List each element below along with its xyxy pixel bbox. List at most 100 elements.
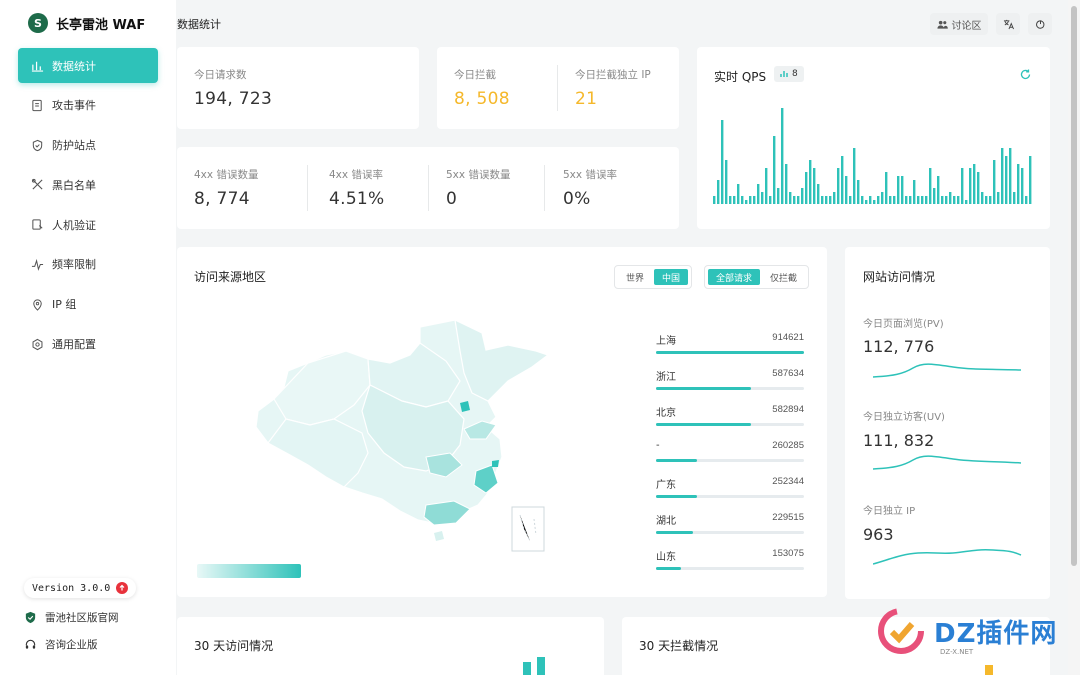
uv-value: 111, 832 (863, 431, 935, 450)
filter-all-option[interactable]: 全部请求 (708, 269, 761, 285)
qps-bar (929, 168, 932, 204)
qps-bar (981, 192, 984, 204)
qps-bar (797, 196, 800, 204)
visits-bar (523, 662, 531, 675)
region-name: 北京 (656, 408, 676, 419)
scope-toggle: 世界 中国 (614, 265, 693, 289)
region-bar-track (656, 423, 804, 426)
logout-button[interactable] (1028, 13, 1052, 35)
qps-bar (721, 120, 724, 204)
errors-card: 4xx 错误数量 8, 774 4xx 错误率 4.51% 5xx 错误数量 0… (177, 147, 679, 229)
brand-logo-icon: S (28, 13, 48, 33)
users-icon (936, 20, 948, 29)
bar-chart-icon (780, 71, 788, 77)
qps-bar (1001, 148, 1004, 204)
requests-card: 今日请求数 194, 723 (177, 47, 419, 129)
divider (544, 165, 545, 211)
version-badge[interactable]: Version 3.0.0 (24, 578, 137, 598)
qps-bar (761, 192, 764, 204)
map-legend-gradient (197, 564, 301, 578)
sidebar-item-ratelimit[interactable]: 频率限制 (18, 247, 158, 282)
region-bar-fill (656, 567, 682, 570)
qps-bar (1029, 156, 1032, 204)
qps-bar (1017, 164, 1020, 204)
blocked-label: 今日拦截 (454, 69, 496, 81)
blocked-ip-label: 今日拦截独立 IP (575, 69, 651, 81)
qps-bar (901, 176, 904, 204)
qps-bar (957, 196, 960, 204)
sidebar-item-lists[interactable]: 黑白名单 (18, 167, 158, 202)
blocks-30d-title: 30 天拦截情况 (639, 639, 719, 653)
region-bar-fill (656, 351, 804, 354)
region-bar-track (656, 531, 804, 534)
qps-bar (733, 196, 736, 204)
region-count: 587634 (772, 368, 804, 379)
qps-bar (713, 196, 716, 204)
qps-bar-chart (713, 108, 1032, 204)
qps-bar (837, 168, 840, 204)
qps-bar (825, 196, 828, 204)
sidebar-item-ipgroup[interactable]: IP 组 (18, 287, 158, 322)
pv-label: 今日页面浏览(PV) (863, 319, 944, 330)
tools-icon (30, 178, 44, 192)
scrollbar-thumb[interactable] (1071, 6, 1077, 566)
scope-world-option[interactable]: 世界 (618, 269, 652, 285)
region-count: 153075 (772, 548, 804, 559)
blocked-ip-value: 21 (575, 89, 598, 109)
qps-bar (821, 196, 824, 204)
language-button[interactable] (996, 13, 1020, 35)
filter-blocked-option[interactable]: 仅拦截 (762, 269, 805, 285)
ip-value: 963 (863, 525, 894, 544)
qps-bar (965, 200, 968, 204)
region-row: 北京 582894 (656, 404, 804, 430)
qps-bar (977, 172, 980, 204)
community-site-link[interactable]: 雷池社区版官网 (24, 609, 119, 625)
brand[interactable]: S 长亭雷池 WAF (28, 12, 145, 34)
qps-bar (765, 168, 768, 204)
qps-bar (817, 184, 820, 204)
requests-label: 今日请求数 (194, 69, 247, 81)
map-inset-south-sea (511, 506, 545, 552)
sidebar-item-captcha[interactable]: 人机验证 (18, 207, 158, 242)
qps-bar (897, 176, 900, 204)
qps-badge-value: 8 (792, 69, 798, 79)
upgrade-icon (116, 582, 129, 594)
sidebar-item-dashboard[interactable]: 数据统计 (18, 48, 158, 83)
document-icon (30, 98, 44, 112)
region-bar-fill (656, 531, 693, 534)
bar-chart-icon (30, 59, 44, 73)
qps-bar (997, 192, 1000, 204)
pulse-icon (30, 257, 44, 271)
qps-bar (865, 200, 868, 204)
divider (307, 165, 308, 211)
qps-bar (757, 184, 760, 204)
region-row: 广东 252344 (656, 476, 804, 502)
refresh-icon[interactable] (1019, 68, 1032, 81)
enterprise-link[interactable]: 咨询企业版 (24, 636, 98, 652)
qps-bar (993, 160, 996, 204)
scope-china-option[interactable]: 中国 (654, 269, 689, 285)
forum-button[interactable]: 讨论区 (930, 13, 988, 35)
region-bar-track (656, 387, 804, 390)
app-title: 长亭雷池 WAF (56, 17, 146, 33)
sidebar-item-settings[interactable]: 通用配置 (18, 327, 158, 362)
shield-icon (30, 138, 44, 152)
qps-bar (777, 188, 780, 204)
version-label: Version 3.0.0 (32, 582, 111, 594)
region-row: 山东 153075 (656, 548, 804, 574)
watermark-text: DZ插件网 (934, 618, 1058, 649)
logout-icon (1035, 19, 1044, 29)
visits-30d-title: 30 天访问情况 (194, 639, 274, 653)
sidebar-item-sites[interactable]: 防护站点 (18, 128, 158, 163)
map-region-shanghai (492, 460, 499, 467)
region-row: 浙江 587634 (656, 368, 804, 394)
headset-icon (25, 639, 36, 649)
forum-label: 讨论区 (951, 20, 982, 32)
sidebar-item-attacks[interactable]: 攻击事件 (18, 88, 158, 123)
page-scrollbar[interactable] (1068, 0, 1080, 675)
sidebar-item-label: 频率限制 (52, 258, 96, 272)
uv-sparkline (873, 455, 1022, 470)
map-region-tibet (267, 418, 369, 488)
qps-bar (801, 188, 804, 204)
err5xx-rate-label: 5xx 错误率 (563, 169, 617, 181)
